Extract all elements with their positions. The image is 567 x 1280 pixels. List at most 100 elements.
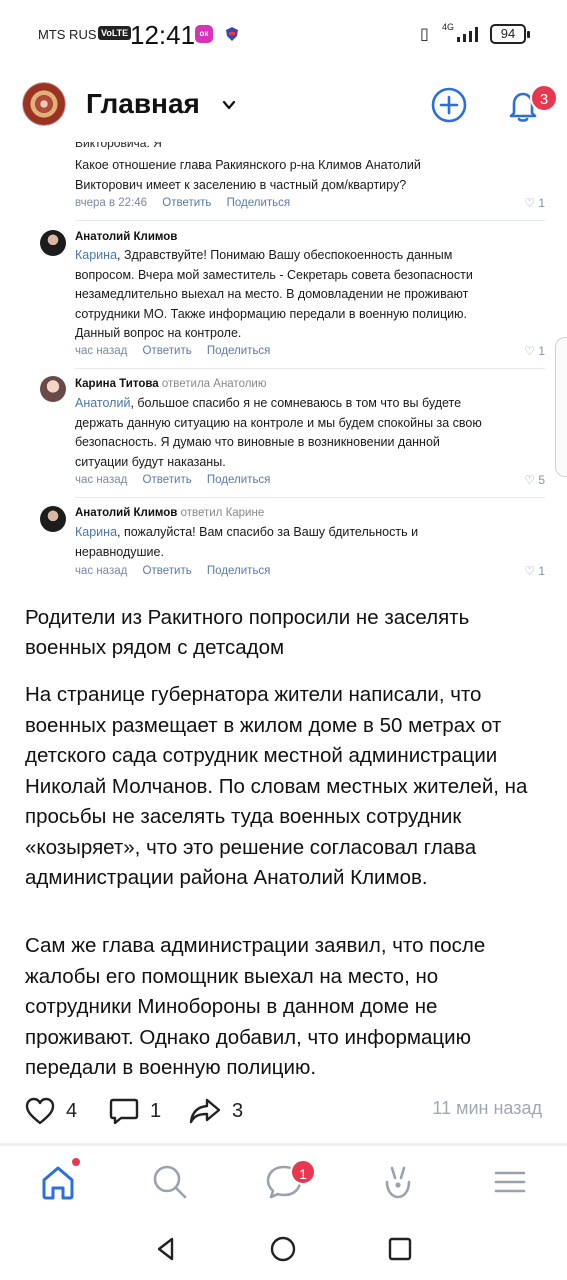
like-count: 1 [538,564,545,578]
community-avatar[interactable] [22,82,66,126]
like-button[interactable]: 4 [24,1096,84,1126]
carrier-name: MTS RUS [38,27,97,42]
reply-link[interactable]: Ответить [143,474,192,486]
like-count: 1 [538,196,545,210]
post-time: 11 мин назад [432,1098,542,1118]
post-paragraph: Сам же глава администрации заявил, что п… [25,934,486,1079]
comment-icon [109,1098,139,1125]
share-link[interactable]: Поделиться [207,565,271,577]
share-link[interactable]: Поделиться [207,345,271,357]
comment-line: держать данную ситуацию на контроле и мы… [75,415,482,430]
comment-line: незамедлительно выехал на место. В домов… [75,287,469,301]
reply-link[interactable]: Ответить [143,345,192,357]
bottom-nav [0,1146,567,1220]
notifications-badge: 3 [530,84,558,112]
post-headline: Родители из Ракитного попросили не засел… [25,606,470,659]
mention-link[interactable]: Анатолий [75,396,130,410]
divider [75,220,545,221]
comment-author[interactable]: Анатолий Климов [75,231,177,243]
post-paragraph: На странице губернатора жители написали,… [25,683,528,889]
comment-line: , большое спасибо я не сомневаюсь в том … [130,396,462,410]
comment-author[interactable]: Карина Титова ответила Анатолию [75,378,266,390]
comment-line: , Здравствуйте! Понимаю Вашу обеспокоенн… [117,248,453,262]
signal-icon [457,27,478,42]
comment-meta: вчера в 22:46 Ответить Поделиться [75,197,302,209]
status-bar: MTS RUS VoLTE 12:41 ок ▯ 4G 94 [0,0,567,70]
share-button[interactable]: 3 [188,1096,252,1126]
comment-meta: час назад Ответить Поделиться [75,345,282,357]
reply-to-label: ответил Карине [180,507,265,519]
app-header: Главная [0,70,567,142]
comment-line: Данный вопрос на контроле. [75,326,242,340]
comment-line: вопросом. Вчера мой заместитель - Секрет… [75,267,473,282]
clock: 12:41 [130,20,196,50]
messages-badge: 1 [290,1159,316,1185]
battery-icon: 94 [490,24,530,44]
divider [75,497,545,498]
comment-like[interactable]: ♡ 1 [524,564,545,578]
question-line: Какое отношение глава Ракиянского р-на К… [75,158,421,172]
reply-to-label: ответила Анатолию [161,378,267,390]
menu-icon[interactable] [486,1158,534,1206]
app-notification-icon: ок [195,25,213,43]
create-post-button[interactable] [430,86,468,124]
network-type: 4G [442,22,455,32]
comment-line: ситуации будут наказаны. [75,454,226,469]
mention-link[interactable]: Карина [75,525,117,539]
share-link[interactable]: Поделиться [207,474,271,486]
chevron-down-icon[interactable] [222,98,236,112]
comment-line: неравнодушие. [75,544,164,559]
avatar[interactable] [40,230,66,256]
comment-line: , пожалуйста! Вам спасибо за Вашу бдител… [117,525,419,539]
reply-link[interactable]: Ответить [143,565,192,577]
question-line: Викторович имеет к заселению в частный д… [75,177,407,192]
app-shield-icon [226,27,238,41]
like-count: 1 [538,344,545,358]
partial-text: Викторовича. Я [75,142,162,150]
share-count: 3 [232,1100,244,1122]
comment-count: 1 [150,1100,162,1122]
reply-link[interactable]: Ответить [162,197,211,209]
author-name: Анатолий Климов [75,231,178,243]
back-icon[interactable] [151,1234,181,1264]
comment-meta: час назад Ответить Поделиться [75,474,282,486]
comment-like[interactable]: ♡ 5 [524,473,545,487]
divider [75,368,545,369]
comment-text: Карина, Здравствуйте! Понимаю Вашу обесп… [75,246,473,344]
search-icon[interactable] [146,1158,194,1206]
comment-time: час назад [75,565,128,577]
comment-text: Карина, пожалуйста! Вам спасибо за Вашу … [75,523,418,562]
comments-screenshot: Викторовича. Я Какое отношение глава Рак… [0,142,567,592]
comment-like[interactable]: ♡ 1 [524,196,545,210]
clips-icon[interactable] [374,1158,422,1206]
volte-indicator: VoLTE [98,26,132,40]
avatar[interactable] [40,376,66,402]
comment-author[interactable]: Анатолий Климов ответил Карине [75,507,264,519]
comment-time: час назад [75,345,128,357]
like-count: 5 [538,473,545,487]
comment-line: сотрудники МО. Также информацию передали… [75,306,467,321]
avatar[interactable] [40,506,66,532]
scroll-handle[interactable] [555,337,567,477]
comment-button[interactable]: 1 [108,1096,168,1126]
author-name: Карина Титова [75,378,159,390]
page-title[interactable]: Главная [86,88,200,120]
home-unread-dot [72,1158,80,1166]
comment-text: Анатолий, большое спасибо я не сомневаюс… [75,394,482,472]
comment-meta: час назад Ответить Поделиться [75,565,282,577]
post-actions: 4 1 3 11 мин назад [0,1090,567,1134]
like-count: 4 [66,1100,78,1122]
comment-time: вчера в 22:46 [75,197,148,209]
heart-icon [25,1097,55,1125]
vibrate-icon: ▯ [420,26,429,43]
comment-line: безопасность. Я думаю что виновные в воз… [75,435,440,449]
author-name: Анатолий Климов [75,507,178,519]
question-text: Какое отношение глава Ракиянского р-на К… [75,156,421,195]
comment-time: час назад [75,474,128,486]
comment-like[interactable]: ♡ 1 [524,344,545,358]
share-link[interactable]: Поделиться [227,197,291,209]
recents-icon[interactable] [385,1234,415,1264]
mention-link[interactable]: Карина [75,248,117,262]
system-nav [0,1220,567,1280]
home-circle-icon[interactable] [268,1234,298,1264]
